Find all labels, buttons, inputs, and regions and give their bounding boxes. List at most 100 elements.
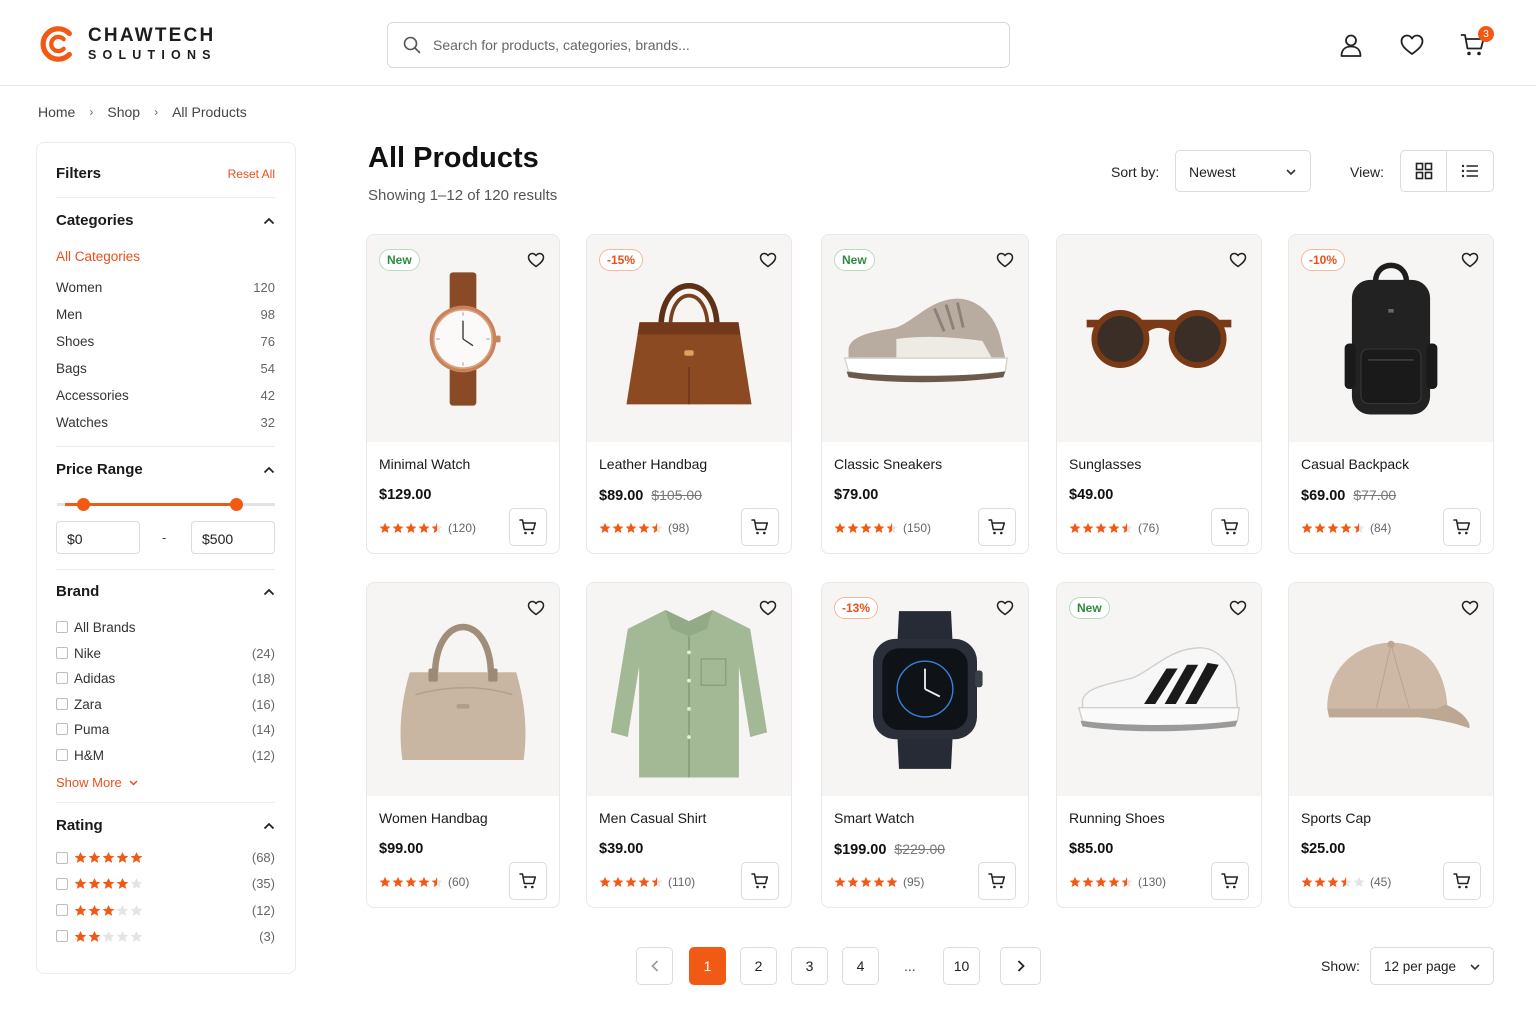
product-card[interactable]: Sports Cap $25.00 (45): [1288, 582, 1494, 908]
category-item[interactable]: Accessories 42: [56, 388, 275, 403]
add-to-cart-button[interactable]: [1443, 862, 1481, 900]
price-range-header[interactable]: Price Range: [56, 461, 275, 478]
product-card[interactable]: New Classic Sneakers $79.00 (150): [821, 234, 1029, 554]
brand-checkbox[interactable]: [56, 646, 68, 659]
rating-filter-item[interactable]: (3): [56, 929, 275, 944]
brand-item[interactable]: Zara (16): [56, 697, 275, 712]
product-card[interactable]: Sunglasses $49.00 (76): [1056, 234, 1262, 554]
wishlist-heart-icon[interactable]: [1229, 251, 1247, 269]
brand-item[interactable]: All Brands: [56, 620, 275, 635]
product-name[interactable]: Leather Handbag: [599, 456, 707, 472]
brand-item[interactable]: Puma (14): [56, 722, 275, 737]
add-to-cart-button[interactable]: [1443, 508, 1481, 546]
wishlist-heart-icon[interactable]: [527, 599, 545, 617]
page-button-4[interactable]: 4: [842, 947, 879, 985]
brand-checkbox[interactable]: [56, 723, 68, 736]
add-to-cart-button[interactable]: [741, 508, 779, 546]
per-page-select[interactable]: 12 per page: [1370, 947, 1494, 985]
wishlist-heart-icon[interactable]: [1399, 32, 1425, 58]
product-card[interactable]: -10% Casual Backpack $69.00 $77.00 (84): [1288, 234, 1494, 554]
product-card[interactable]: New Minimal Watch $129.00 (120): [366, 234, 560, 554]
reset-all-link[interactable]: Reset All: [228, 167, 275, 181]
search-bar[interactable]: [387, 22, 1010, 68]
product-name[interactable]: Men Casual Shirt: [599, 810, 706, 826]
filters-sidebar: Filters Reset All Categories All Categor…: [36, 142, 296, 974]
page-button-1[interactable]: 1: [689, 947, 726, 985]
page-button-2[interactable]: 2: [740, 947, 777, 985]
product-name[interactable]: Casual Backpack: [1301, 456, 1409, 472]
show-more-brands[interactable]: Show More: [56, 775, 138, 790]
brand-checkbox[interactable]: [56, 621, 68, 633]
product-name[interactable]: Women Handbag: [379, 810, 488, 826]
price-min-input[interactable]: $0: [56, 521, 140, 554]
sort-select[interactable]: Newest: [1175, 150, 1311, 192]
category-item[interactable]: Bags 54: [56, 361, 275, 376]
rating-filter-item[interactable]: (68): [56, 850, 275, 865]
categories-header[interactable]: Categories: [56, 212, 275, 229]
product-name[interactable]: Classic Sneakers: [834, 456, 942, 472]
category-item[interactable]: Women 120: [56, 280, 275, 295]
wishlist-heart-icon[interactable]: [1229, 599, 1247, 617]
brand-item[interactable]: Adidas (18): [56, 671, 275, 686]
page-button-3[interactable]: 3: [791, 947, 828, 985]
wishlist-heart-icon[interactable]: [996, 251, 1014, 269]
cart-button[interactable]: 3: [1460, 26, 1494, 58]
wishlist-heart-icon[interactable]: [1461, 251, 1479, 269]
product-card[interactable]: -13% Smart Watch $199.00 $229.00 (95): [821, 582, 1029, 908]
add-to-cart-button[interactable]: [509, 862, 547, 900]
product-name[interactable]: Running Shoes: [1069, 810, 1165, 826]
add-to-cart-button[interactable]: [741, 862, 779, 900]
brand-item[interactable]: H&M (12): [56, 748, 275, 763]
wishlist-heart-icon[interactable]: [759, 251, 777, 269]
product-card[interactable]: Men Casual Shirt $39.00 (110): [586, 582, 792, 908]
product-name[interactable]: Smart Watch: [834, 810, 914, 826]
add-to-cart-button[interactable]: [1211, 862, 1249, 900]
price-max-handle[interactable]: [230, 498, 243, 511]
prev-page-button[interactable]: [636, 947, 673, 985]
review-count: (95): [903, 875, 925, 889]
search-input[interactable]: [433, 37, 973, 53]
product-card[interactable]: Women Handbag $99.00 (60): [366, 582, 560, 908]
brand-checkbox[interactable]: [56, 672, 68, 685]
category-item[interactable]: Men 98: [56, 307, 275, 322]
brand-checkbox[interactable]: [56, 697, 68, 710]
category-all[interactable]: All Categories: [56, 249, 140, 264]
price-max-input[interactable]: $500: [191, 521, 275, 554]
rating-header[interactable]: Rating: [56, 817, 275, 834]
wishlist-heart-icon[interactable]: [1461, 599, 1479, 617]
product-name[interactable]: Minimal Watch: [379, 456, 470, 472]
wishlist-heart-icon[interactable]: [527, 251, 545, 269]
rating-checkbox[interactable]: [56, 904, 68, 917]
breadcrumb-home[interactable]: Home: [38, 104, 75, 120]
logo[interactable]: CHAWTECH SOLUTIONS: [38, 24, 217, 64]
wishlist-heart-icon[interactable]: [996, 599, 1014, 617]
rating-filter-item[interactable]: (35): [56, 876, 275, 891]
rating-checkbox[interactable]: [56, 930, 68, 943]
add-to-cart-button[interactable]: [1211, 508, 1249, 546]
page-button-10[interactable]: 10: [943, 947, 980, 985]
brand-count: (16): [251, 696, 275, 712]
rating-checkbox[interactable]: [56, 877, 68, 890]
rating-filter-item[interactable]: (12): [56, 903, 275, 918]
brand-item[interactable]: Nike (24): [56, 646, 275, 661]
grid-view-button[interactable]: [1401, 151, 1448, 191]
list-view-button[interactable]: [1447, 151, 1493, 191]
category-item[interactable]: Watches 32: [56, 415, 275, 430]
rating-checkbox[interactable]: [56, 851, 68, 864]
product-card[interactable]: New Running Shoes $85.00 (130): [1056, 582, 1262, 908]
user-icon[interactable]: [1338, 32, 1364, 58]
next-page-button[interactable]: [1000, 947, 1041, 985]
brand-header[interactable]: Brand: [56, 583, 275, 600]
product-name[interactable]: Sunglasses: [1069, 456, 1141, 472]
product-card[interactable]: -15% Leather Handbag $89.00 $105.00 (98): [586, 234, 792, 554]
breadcrumb-shop[interactable]: Shop: [107, 104, 140, 120]
product-name[interactable]: Sports Cap: [1301, 810, 1371, 826]
price-min-handle[interactable]: [77, 498, 90, 511]
add-to-cart-button[interactable]: [509, 508, 547, 546]
review-count: (98): [668, 521, 690, 535]
wishlist-heart-icon[interactable]: [759, 599, 777, 617]
brand-checkbox[interactable]: [56, 749, 68, 761]
add-to-cart-button[interactable]: [978, 508, 1016, 546]
add-to-cart-button[interactable]: [978, 862, 1016, 900]
category-item[interactable]: Shoes 76: [56, 334, 275, 349]
